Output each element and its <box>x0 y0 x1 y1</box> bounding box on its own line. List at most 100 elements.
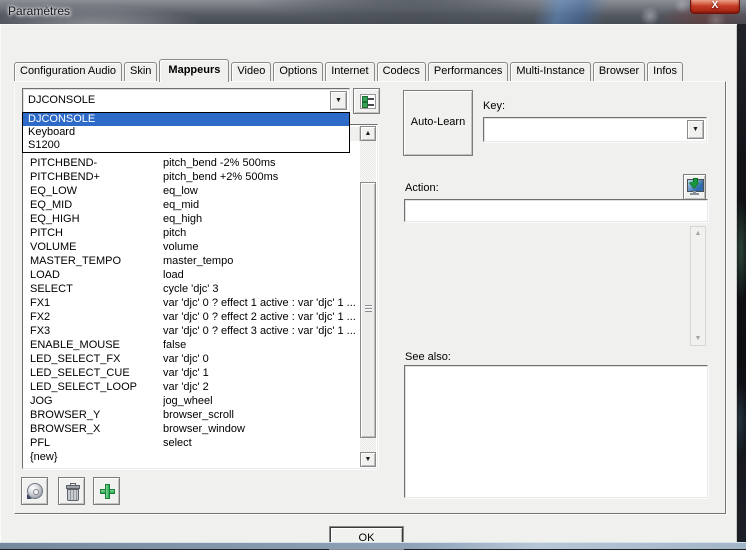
tab-video[interactable]: Video <box>231 62 271 81</box>
tab-codecs[interactable]: Codecs <box>377 62 426 81</box>
mapping-key: FX3 <box>30 324 50 338</box>
device-option-keyboard[interactable]: Keyboard <box>23 126 349 139</box>
device-select[interactable]: DJCONSOLE ▼ <box>22 88 350 113</box>
mapping-action: volume <box>163 240 358 254</box>
mapping-row[interactable]: EQ_HIGH eq_high <box>24 212 360 226</box>
mapping-key: PITCH <box>30 226 63 240</box>
mapping-action: var 'djc' 0 <box>163 352 358 366</box>
mapping-action: var 'djc' 1 <box>163 366 358 380</box>
scroll-up-icon: ▲ <box>361 127 375 140</box>
close-button[interactable]: X <box>690 0 740 14</box>
mapping-action: var 'djc' 0 ? effect 2 active : var 'djc… <box>163 310 358 324</box>
close-icon: X <box>712 0 719 11</box>
mapping-key: VOLUME <box>30 240 76 254</box>
scroll-down-icon: ▼ <box>361 453 375 466</box>
mapping-action: var 'djc' 0 ? effect 1 active : var 'djc… <box>163 296 358 310</box>
mapping-key: LOAD <box>30 268 60 282</box>
mapping-row[interactable]: ENABLE_MOUSE false <box>24 338 360 352</box>
scroll-down-button[interactable]: ▼ <box>360 452 376 467</box>
mapping-row[interactable]: PITCH pitch <box>24 226 360 240</box>
mapping-action: master_tempo <box>163 254 358 268</box>
device-option-djconsole[interactable]: DJCONSOLE <box>23 113 349 126</box>
tab-infos[interactable]: Infos <box>647 62 683 81</box>
mapping-action: eq_low <box>163 184 358 198</box>
scrollbar-grip-icon <box>365 305 372 312</box>
mapping-row[interactable]: BROWSER_X browser_window <box>24 422 360 436</box>
mapping-action: var 'djc' 0 ? effect 3 active : var 'djc… <box>163 324 358 338</box>
mapping-action: select <box>163 436 358 450</box>
mapping-row[interactable]: VOLUME volume <box>24 240 360 254</box>
mapping-key: PITCHBEND+ <box>30 170 100 184</box>
tab-multi-instance[interactable]: Multi-Instance <box>510 62 590 81</box>
tab-strip: Configuration Audio Skin Mappeurs Video … <box>14 62 683 81</box>
mapping-row[interactable]: FX2 var 'djc' 0 ? effect 2 active : var … <box>24 310 360 324</box>
mapping-action: browser_window <box>163 422 358 436</box>
mapping-key: EQ_HIGH <box>30 212 80 226</box>
mapping-action: pitch_bend -2% 500ms <box>163 156 358 170</box>
mapping-action: cycle 'djc' 3 <box>163 282 358 296</box>
mapping-key: EQ_MID <box>30 198 72 212</box>
mapping-row[interactable]: SELECT cycle 'djc' 3 <box>24 282 360 296</box>
mapping-action: var 'djc' 2 <box>163 380 358 394</box>
tab-skin[interactable]: Skin <box>124 62 157 81</box>
tab-mappeurs[interactable]: Mappeurs <box>159 59 229 82</box>
mapping-key: BROWSER_X <box>30 422 100 436</box>
mapping-row[interactable]: {new} <box>24 450 360 464</box>
mapping-row[interactable]: LOAD load <box>24 268 360 282</box>
mapping-key: PITCHBEND- <box>30 156 97 170</box>
mappings-list: PITCHBEND- pitch_bend -2% 500ms PITCHBEN… <box>22 124 378 469</box>
window-title: Paramètres <box>8 4 70 18</box>
mapping-action: jog_wheel <box>163 394 358 408</box>
tab-performances[interactable]: Performances <box>428 62 508 81</box>
mapping-row[interactable]: FX3 var 'djc' 0 ? effect 3 active : var … <box>24 324 360 338</box>
titlebar[interactable]: Paramètres X <box>0 0 746 24</box>
mapping-row[interactable]: LED_SELECT_FX var 'djc' 0 <box>24 352 360 366</box>
tab-options[interactable]: Options <box>273 62 323 81</box>
mapping-action: eq_mid <box>163 198 358 212</box>
mapping-key: LED_SELECT_CUE <box>30 366 130 380</box>
mapping-row[interactable]: LED_SELECT_CUE var 'djc' 1 <box>24 366 360 380</box>
mapping-action: false <box>163 338 358 352</box>
mapping-row[interactable]: PFL select <box>24 436 360 450</box>
mapping-key: FX2 <box>30 310 50 324</box>
mapping-key: MASTER_TEMPO <box>30 254 121 268</box>
mapping-row[interactable]: EQ_MID eq_mid <box>24 198 360 212</box>
tab-configuration-audio[interactable]: Configuration Audio <box>14 62 122 81</box>
mapping-row[interactable]: PITCHBEND- pitch_bend -2% 500ms <box>24 156 360 170</box>
mappings-scrollbar[interactable]: ▲ ▼ <box>360 126 376 467</box>
mapping-action: pitch_bend +2% 500ms <box>163 170 358 184</box>
mapping-key: ENABLE_MOUSE <box>30 338 120 352</box>
mappings-list-content: PITCHBEND- pitch_bend -2% 500ms PITCHBEN… <box>24 141 360 467</box>
device-select-popup: DJCONSOLE Keyboard S1200 <box>22 112 350 153</box>
mapping-key: JOG <box>30 394 53 408</box>
mapping-key: {new} <box>30 450 58 464</box>
mapping-action: browser_scroll <box>163 408 358 422</box>
mapping-row[interactable]: EQ_LOW eq_low <box>24 184 360 198</box>
mapping-action: load <box>163 268 358 282</box>
mapping-row[interactable]: JOG jog_wheel <box>24 394 360 408</box>
screen: Paramètres X Configuration Audio Skin Ma… <box>0 0 746 550</box>
tab-internet[interactable]: Internet <box>325 62 374 81</box>
mapping-row[interactable]: MASTER_TEMPO master_tempo <box>24 254 360 268</box>
mapping-key: EQ_LOW <box>30 184 77 198</box>
mapping-key: LED_SELECT_FX <box>30 352 120 366</box>
device-select-value: DJCONSOLE <box>28 89 95 112</box>
mapping-action: eq_high <box>163 212 358 226</box>
mapping-key: LED_SELECT_LOOP <box>30 380 137 394</box>
device-option-s1200[interactable]: S1200 <box>23 139 349 152</box>
mapping-key: PFL <box>30 436 50 450</box>
mapping-row[interactable]: LED_SELECT_LOOP var 'djc' 2 <box>24 380 360 394</box>
bottom-window-edge <box>0 542 746 549</box>
mapping-key: SELECT <box>30 282 73 296</box>
mapping-key: FX1 <box>30 296 50 310</box>
mapping-key: BROWSER_Y <box>30 408 100 422</box>
mapping-row[interactable]: BROWSER_Y browser_scroll <box>24 408 360 422</box>
chevron-down-icon: ▼ <box>331 92 346 109</box>
scroll-up-button[interactable]: ▲ <box>360 126 376 141</box>
device-select-dropdown-button[interactable]: ▼ <box>330 91 347 110</box>
tab-browser[interactable]: Browser <box>593 62 645 81</box>
scrollbar-thumb[interactable] <box>360 182 376 438</box>
mapping-row[interactable]: PITCHBEND+ pitch_bend +2% 500ms <box>24 170 360 184</box>
parameters-dialog: Configuration Audio Skin Mappeurs Video … <box>0 24 737 542</box>
mapping-row[interactable]: FX1 var 'djc' 0 ? effect 1 active : var … <box>24 296 360 310</box>
